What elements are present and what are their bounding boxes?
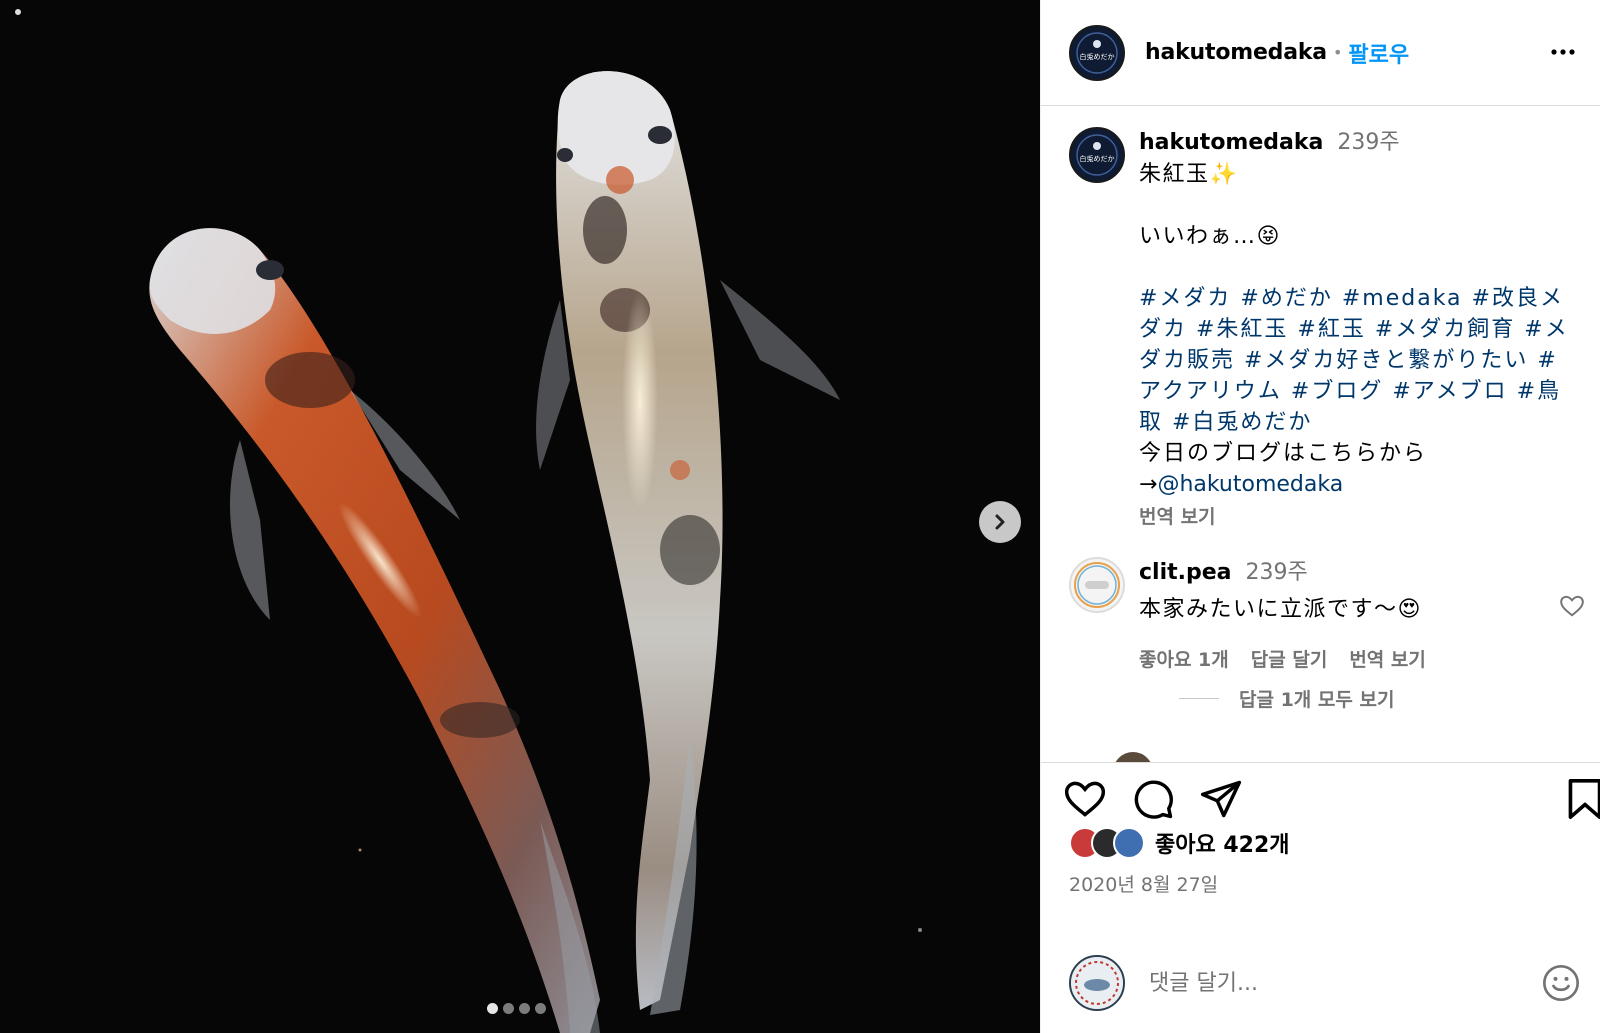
comment-likes-count[interactable]: 좋아요 1개: [1139, 645, 1229, 672]
caption-avatar-label: 白兎めだか: [1080, 154, 1115, 163]
caption-mention-line: →@hakutomedaka: [1139, 469, 1579, 500]
post-photo: [0, 0, 1040, 1033]
more-options-button[interactable]: [1549, 38, 1577, 70]
save-button[interactable]: [1565, 777, 1600, 825]
caption-arrow: →: [1139, 472, 1158, 497]
carousel-dot: [503, 1003, 514, 1014]
comments-section[interactable]: 白兎めだか hakutomedaka 239주 朱紅玉✨ いいわぁ…😝 #メダカ…: [1041, 107, 1600, 762]
carousel-indicator: [487, 1003, 546, 1014]
post-caption: 白兎めだか hakutomedaka 239주 朱紅玉✨ いいわぁ…😝 #メダカ…: [1069, 127, 1579, 533]
emoji-smile-icon: [1543, 965, 1579, 1001]
caption-hashtags[interactable]: #メダカ #めだか #medaka #改良メダカ #朱紅玉 #紅玉 #メダカ飼育…: [1139, 283, 1579, 438]
carousel-dot: [519, 1003, 530, 1014]
emoji-button[interactable]: [1541, 963, 1581, 1007]
header-separator: •: [1332, 43, 1343, 62]
carousel-dot: [487, 1003, 498, 1014]
caption-blog-line: 今日のブログはこちらから: [1139, 441, 1428, 466]
author-avatar-label: 白兎めだか: [1080, 52, 1115, 61]
more-horizontal-icon: [1551, 49, 1575, 55]
chevron-right-icon: [995, 514, 1005, 530]
share-button[interactable]: [1199, 777, 1243, 825]
post-date[interactable]: 2020년 8월 27일: [1069, 870, 1218, 897]
viewer-avatar: [1069, 955, 1125, 1011]
follow-button[interactable]: 팔로우: [1348, 37, 1409, 69]
comment-text: 本家みたいに立派です～😍: [1139, 597, 1422, 622]
author-username[interactable]: hakutomedaka: [1145, 40, 1327, 65]
view-replies-button[interactable]: 답글 1개 모두 보기: [1179, 685, 1394, 712]
comment-button[interactable]: [1131, 777, 1175, 825]
caption-time[interactable]: 239주: [1337, 127, 1399, 159]
caption-translate-button[interactable]: 번역 보기: [1139, 502, 1579, 533]
carousel-dot: [535, 1003, 546, 1014]
comment-item: clit.pea 239주 本家みたいに立派です～😍 좋아요 1개 답글 달기 …: [1069, 557, 1589, 672]
comment-time[interactable]: 239주: [1246, 557, 1308, 589]
post-actions: 좋아요 422개 2020년 8월 27일: [1041, 762, 1600, 896]
heart-outline-icon: [1064, 781, 1106, 817]
view-replies-label: 답글 1개 모두 보기: [1239, 689, 1395, 711]
comment-translate-button[interactable]: 번역 보기: [1349, 645, 1426, 672]
likes-summary[interactable]: 좋아요 422개: [1069, 827, 1290, 859]
caption-text: 朱紅玉✨ いいわぁ…😝: [1139, 162, 1281, 249]
post-header: 白兎めだか hakutomedaka • 팔로우: [1041, 0, 1600, 106]
next-comment-avatar[interactable]: [1113, 752, 1153, 762]
comment-like-button[interactable]: [1559, 593, 1585, 623]
like-button[interactable]: [1063, 777, 1107, 825]
replies-divider: [1179, 698, 1219, 699]
comment-input[interactable]: [1149, 970, 1519, 996]
heart-outline-icon: [1560, 595, 1584, 617]
bookmark-icon: [1568, 779, 1600, 819]
comment-composer: [1041, 932, 1600, 1033]
caption-username[interactable]: hakutomedaka: [1139, 127, 1323, 159]
post-media[interactable]: [0, 0, 1040, 1033]
comment-reply-button[interactable]: 답글 달기: [1251, 645, 1328, 672]
author-avatar[interactable]: 白兎めだか: [1069, 24, 1125, 81]
likes-count[interactable]: 좋아요 422개: [1155, 827, 1290, 859]
next-photo-button[interactable]: [979, 501, 1021, 543]
comment-bubble-icon: [1134, 780, 1173, 819]
liker-avatar: [1113, 827, 1145, 859]
caption-mention-link[interactable]: @hakutomedaka: [1157, 472, 1343, 497]
post-side-panel: 白兎めだか hakutomedaka • 팔로우 白兎めだか hakutomed…: [1040, 0, 1600, 1033]
instagram-post: 白兎めだか hakutomedaka • 팔로우 白兎めだか hakutomed…: [0, 0, 1600, 1033]
commenter-avatar[interactable]: [1069, 557, 1125, 613]
commenter-username[interactable]: clit.pea: [1139, 557, 1232, 589]
caption-avatar[interactable]: 白兎めだか: [1069, 127, 1125, 183]
paper-plane-icon: [1200, 780, 1242, 818]
